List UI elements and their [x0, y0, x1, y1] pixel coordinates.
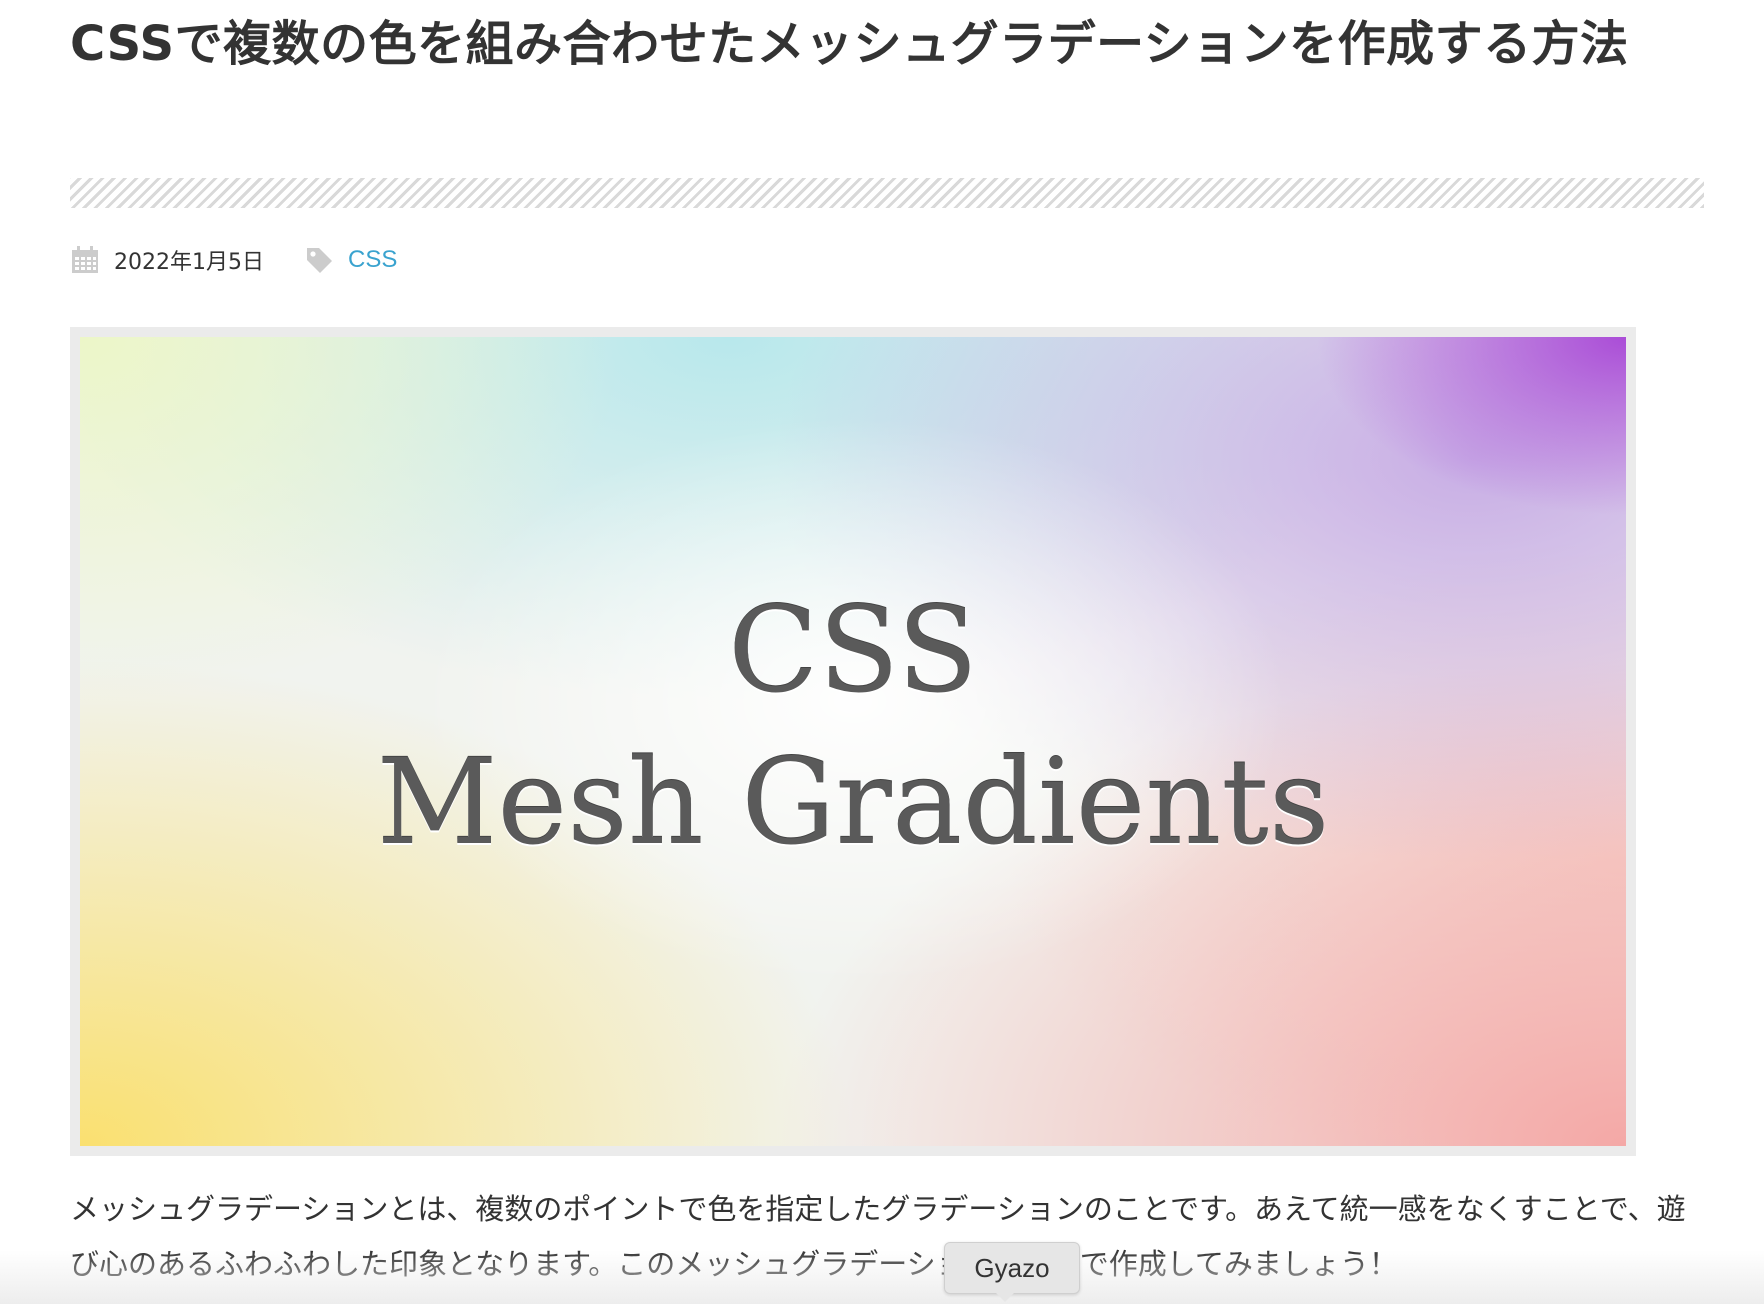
- tooltip-arrow: [995, 1292, 1015, 1302]
- featured-image-title-line1: CSS: [728, 581, 978, 719]
- tag-icon: [304, 245, 334, 275]
- featured-image-title-line2: Mesh Gradients: [376, 733, 1330, 871]
- featured-image-frame: CSS Mesh Gradients: [70, 327, 1636, 1156]
- post-date: 2022年1月5日: [114, 250, 264, 275]
- page-title: CSSで複数の色を組み合わせたメッシュグラデーションを作成する方法: [70, 16, 1629, 72]
- calendar-icon: [70, 245, 100, 275]
- category-link[interactable]: CSS: [348, 246, 397, 274]
- title-divider: [70, 178, 1704, 208]
- post-meta: 2022年1月5日 CSS: [70, 242, 397, 278]
- featured-image[interactable]: CSS Mesh Gradients: [80, 337, 1626, 1146]
- article: CSSで複数の色を組み合わせたメッシュグラデーションを作成する方法 2022年1…: [70, 0, 1704, 1281]
- bottom-fade: [0, 1250, 1764, 1304]
- gyazo-tooltip: Gyazo: [944, 1242, 1080, 1294]
